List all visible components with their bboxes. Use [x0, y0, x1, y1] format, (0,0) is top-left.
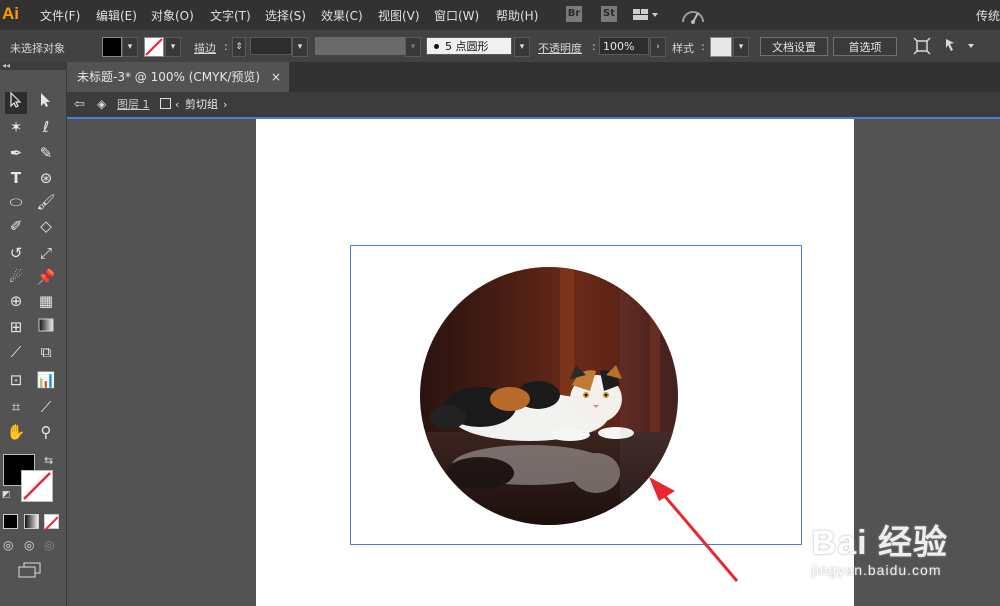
breadcrumb-group[interactable]: 剪切组 — [185, 92, 218, 117]
menu-object[interactable]: 对象(O) — [151, 7, 194, 24]
draw-normal-icon[interactable]: ◎ — [3, 538, 13, 552]
change-screen-mode-icon[interactable] — [18, 562, 42, 582]
scale-tool-icon[interactable]: ⤢ — [35, 242, 57, 264]
tools-panel: ◂◂ ✶ ℓ ✒ ✎ T ⊛ ⬭ 🖌 ✐ ◇ ↺ ⤢ ☄ 📌 ⊕ ▦ ⊞ ⟋ ⧉… — [0, 62, 67, 606]
red-annotation-arrow — [649, 477, 739, 582]
document-setup-button[interactable]: 文档设置 — [760, 37, 828, 56]
workspace-switcher[interactable]: 传统 — [976, 7, 1000, 24]
selection-tool-icon[interactable] — [5, 91, 27, 114]
gpu-performance-icon[interactable] — [681, 6, 705, 27]
baidu-jingyan-watermark: Bai 经验 jingyan.baidu.com — [812, 515, 948, 578]
hand-tool-icon[interactable]: ✋ — [5, 421, 27, 443]
close-tab-icon[interactable]: × — [271, 62, 281, 92]
symbol-sprayer-tool-icon[interactable]: ⊡ — [5, 369, 27, 391]
fill-swatch[interactable] — [102, 37, 122, 57]
opacity-label[interactable]: 不透明度 — [538, 40, 582, 56]
blend-tool-icon[interactable]: ⧉ — [35, 341, 57, 363]
brush-definition[interactable]: 5 点圆形 — [426, 37, 512, 55]
canvas-area[interactable]: Bai 经验 jingyan.baidu.com — [67, 119, 1000, 606]
back-arrow-icon[interactable]: ⇦ — [74, 92, 85, 117]
stroke-dropdown[interactable]: ▾ — [165, 37, 181, 57]
gradient-mode-icon[interactable] — [24, 514, 39, 529]
zoom-tool-icon[interactable]: ⚲ — [35, 421, 57, 443]
isolation-breadcrumb: ⇦ ◈ 图层 1 ‹ 剪切组 › — [67, 92, 1000, 119]
slice-tool-icon[interactable]: ⟋ — [35, 396, 57, 418]
type-tool-icon[interactable]: T — [5, 167, 27, 189]
menu-edit[interactable]: 编辑(E) — [96, 7, 137, 24]
ellipse-tool-icon[interactable]: ⬭ — [5, 191, 27, 213]
menu-select[interactable]: 选择(S) — [265, 7, 306, 24]
style-label: 样式 — [672, 42, 694, 55]
curvature-tool-icon[interactable]: ✎ — [35, 142, 57, 164]
stroke-swatch[interactable] — [144, 37, 164, 57]
opacity-expand[interactable]: › — [650, 37, 666, 57]
direct-selection-tool-icon[interactable] — [35, 92, 57, 114]
stroke-weight-stepper[interactable]: ⇕ — [232, 37, 246, 57]
eyedropper-tool-icon[interactable]: ⟋ — [5, 341, 27, 363]
menu-file[interactable]: 文件(F) — [40, 7, 80, 24]
round-brush-icon — [434, 44, 439, 49]
swap-fill-stroke-icon[interactable]: ⇆ — [44, 454, 53, 467]
group-icon — [160, 98, 171, 109]
selection-status: 未选择对象 — [10, 42, 65, 55]
panel-collapse-grip[interactable]: ◂◂ — [0, 62, 66, 70]
paintbrush-tool-icon[interactable]: 🖌 — [35, 191, 57, 213]
menu-bar: Ai 文件(F) 编辑(E) 对象(O) 文字(T) 选择(S) 效果(C) 视… — [0, 0, 1000, 30]
graphic-style-dropdown[interactable]: ▾ — [733, 37, 749, 57]
menu-type[interactable]: 文字(T) — [210, 7, 251, 24]
app-logo: Ai — [2, 4, 19, 23]
puppet-warp-tool-icon[interactable]: 📌 — [35, 266, 57, 288]
variable-width-profile[interactable] — [315, 37, 405, 55]
bridge-icon[interactable]: Br — [566, 6, 582, 22]
mesh-tool-icon[interactable]: ⊞ — [5, 316, 27, 338]
layers-icon: ◈ — [97, 97, 107, 111]
align-icon[interactable] — [913, 37, 931, 58]
menu-help[interactable]: 帮助(H) — [496, 7, 538, 24]
breadcrumb-layer[interactable]: 图层 1 — [117, 92, 150, 117]
column-graph-tool-icon[interactable]: 📊 — [35, 369, 57, 391]
perspective-grid-tool-icon[interactable]: ▦ — [35, 290, 57, 312]
no-stroke-icon — [145, 38, 163, 56]
preferences-button[interactable]: 首选项 — [833, 37, 897, 56]
document-tab-title: 未标题-3* @ 100% (CMYK/预览) — [77, 70, 261, 84]
document-tab[interactable]: 未标题-3* @ 100% (CMYK/预览) × — [67, 62, 289, 92]
lasso-tool-icon[interactable]: ℓ — [35, 116, 57, 138]
none-mode-icon[interactable] — [44, 514, 59, 531]
document-tab-bar: 未标题-3* @ 100% (CMYK/预览) × — [67, 62, 1000, 92]
stroke-weight-input[interactable] — [250, 37, 292, 55]
no-stroke-icon — [23, 472, 51, 500]
artboard-tool-icon[interactable]: ⌗ — [5, 396, 27, 418]
graphic-style-swatch[interactable] — [710, 37, 732, 57]
brush-dropdown[interactable]: ▾ — [514, 37, 530, 57]
draw-inside-icon[interactable]: ◎ — [44, 538, 54, 552]
stroke-label[interactable]: 描边 — [194, 40, 216, 56]
magic-wand-tool-icon[interactable]: ✶ — [5, 116, 27, 138]
menu-window[interactable]: 窗口(W) — [434, 7, 479, 24]
default-fill-stroke-icon[interactable]: ◩ — [2, 490, 11, 500]
gradient-tool-icon[interactable] — [35, 316, 57, 338]
eraser-tool-icon[interactable]: ◇ — [35, 215, 57, 237]
transform-menu-icon[interactable] — [944, 37, 976, 58]
menu-view[interactable]: 视图(V) — [378, 7, 420, 24]
pen-tool-icon[interactable]: ✒ — [5, 142, 27, 164]
stroke-color-box[interactable] — [21, 470, 53, 502]
shaper-tool-icon[interactable]: ✐ — [5, 215, 27, 237]
variable-width-dropdown[interactable]: ▾ — [405, 37, 421, 57]
watermark-url: jingyan.baidu.com — [811, 562, 942, 578]
menu-effect[interactable]: 效果(C) — [321, 7, 363, 24]
control-bar: 未选择对象 ▾ ▾ 描边 : ⇕ ▾ ▾ 5 点圆形 ▾ 不透明度 : 100%… — [0, 30, 1000, 62]
warp-tool-icon[interactable]: ☄ — [5, 266, 27, 288]
watermark-main: Bai 经验 — [811, 524, 948, 562]
draw-behind-icon[interactable]: ◎ — [24, 538, 34, 552]
artboard[interactable] — [256, 119, 854, 606]
stroke-weight-dropdown[interactable]: ▾ — [292, 37, 308, 57]
opacity-input[interactable]: 100% — [599, 37, 649, 55]
line-segment-tool-icon[interactable]: ⊛ — [35, 167, 57, 189]
stock-icon[interactable]: St — [601, 6, 617, 22]
arrange-documents-icon[interactable] — [633, 7, 659, 26]
rotate-tool-icon[interactable]: ↺ — [5, 242, 27, 264]
shape-builder-tool-icon[interactable]: ⊕ — [5, 290, 27, 312]
fill-dropdown[interactable]: ▾ — [122, 37, 138, 57]
color-mode-icon[interactable] — [3, 514, 18, 529]
